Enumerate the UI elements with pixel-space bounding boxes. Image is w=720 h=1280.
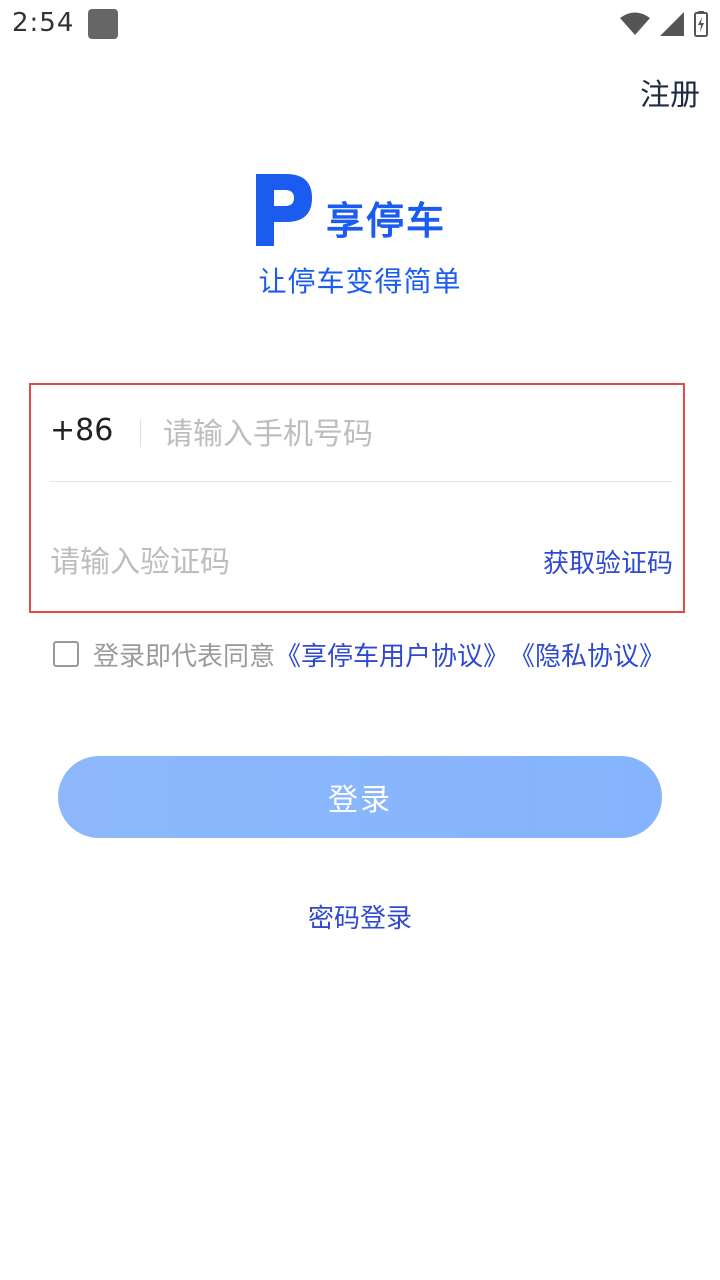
logo-p-icon bbox=[256, 174, 312, 246]
country-code[interactable]: +86 bbox=[50, 413, 113, 448]
privacy-policy-link[interactable]: 《隐私协议》 bbox=[509, 636, 665, 673]
slogan: 让停车变得简单 bbox=[258, 265, 462, 298]
login-button[interactable]: 登录 bbox=[58, 756, 662, 838]
agreement-text: 登录即代表同意 bbox=[93, 641, 276, 672]
status-bar: 2:54 bbox=[0, 0, 720, 50]
agreement-checkbox[interactable] bbox=[53, 641, 79, 667]
status-time: 2:54 bbox=[12, 8, 75, 38]
user-agreement-link[interactable]: 《享停车用户协议》 bbox=[275, 636, 509, 673]
wifi-icon bbox=[620, 12, 650, 35]
verification-code-input[interactable] bbox=[50, 540, 450, 584]
battery-charging-icon bbox=[694, 11, 708, 37]
code-row: 获取验证码 bbox=[50, 481, 673, 611]
phone-row: +86 bbox=[50, 385, 673, 482]
password-login-label[interactable]: 密码登录 bbox=[308, 904, 412, 934]
get-code-button[interactable]: 获取验证码 bbox=[543, 543, 673, 580]
agreement-row: 登录即代表同意 《享停车用户协议》 《隐私协议》 bbox=[53, 639, 665, 672]
notification-app-icon bbox=[88, 9, 118, 39]
status-icons bbox=[620, 10, 708, 38]
cellular-signal-icon bbox=[660, 12, 684, 36]
divider bbox=[140, 419, 141, 447]
app-name: 享停车 bbox=[326, 199, 447, 243]
phone-input[interactable] bbox=[163, 412, 663, 456]
password-login-link: 密码登录 bbox=[0, 898, 720, 935]
login-form: +86 获取验证码 bbox=[29, 383, 685, 613]
register-link[interactable]: 注册 bbox=[640, 70, 700, 114]
app-logo: 享停车 bbox=[254, 172, 469, 252]
